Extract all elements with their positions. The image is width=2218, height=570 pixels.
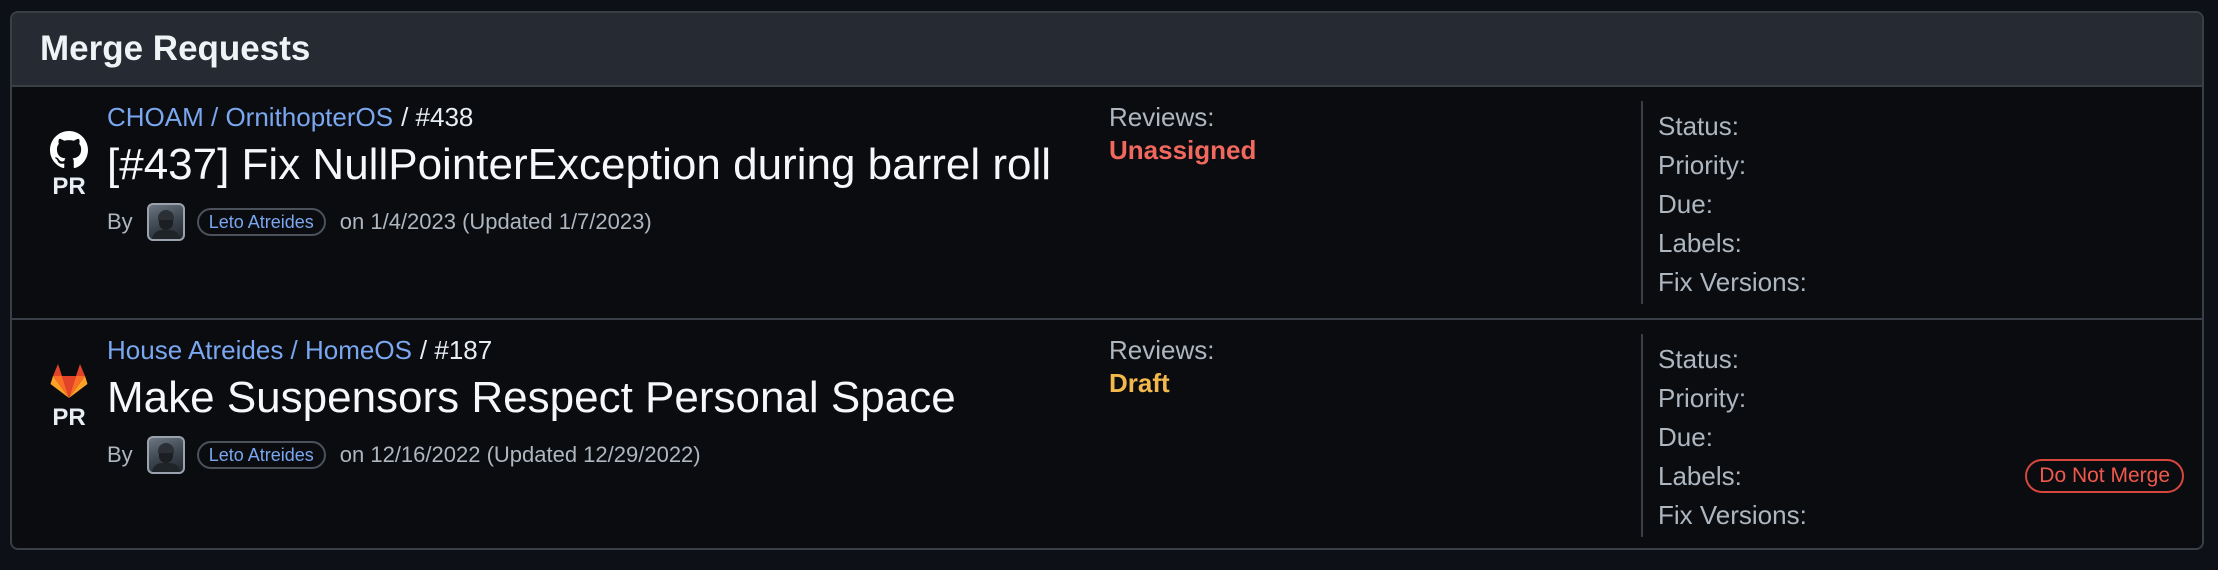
by-label: By: [107, 209, 133, 234]
reviews-section: Reviews: Unassigned: [1109, 99, 1609, 165]
reviews-status: Draft: [1109, 368, 1170, 398]
mr-byline: By Leto Atreides on 1/4/2023 (Updated 1/…: [107, 199, 1097, 245]
mr-title-link[interactable]: [#437] Fix NullPointerException during b…: [107, 137, 1097, 193]
github-icon: [50, 131, 88, 169]
mr-path: House Atreides / HomeOS / #187: [107, 332, 1097, 368]
merge-requests-panel: Merge Requests PR CHOAM / OrnithopterOS /…: [10, 11, 2204, 550]
mr-main: House Atreides / HomeOS / #187 Make Suspe…: [107, 332, 1097, 478]
by-label: By: [107, 442, 133, 467]
repo-link[interactable]: CHOAM / OrnithopterOS: [107, 102, 393, 132]
avatar[interactable]: [146, 203, 185, 241]
status-label: Status:: [1658, 111, 1739, 141]
panel-title: Merge Requests: [40, 29, 311, 68]
mr-number: / #187: [419, 335, 493, 365]
mr-dates: on 1/4/2023 (Updated 1/7/2023): [339, 209, 652, 234]
avatar[interactable]: [146, 436, 185, 474]
mr-path: CHOAM / OrnithopterOS / #438: [107, 99, 1097, 135]
reviews-status: Unassigned: [1109, 135, 1257, 165]
mr-dates: on 12/16/2022 (Updated 12/29/2022): [339, 442, 701, 467]
mr-title-link[interactable]: Make Suspensors Respect Personal Space: [107, 370, 1097, 426]
author-pill[interactable]: Leto Atreides: [196, 441, 326, 469]
labels-label: Labels:: [1658, 461, 1742, 491]
mr-number: / #438: [401, 102, 474, 132]
priority-label: Priority:: [1658, 150, 1747, 180]
gitlab-icon: [50, 364, 88, 400]
repo-link[interactable]: House Atreides / HomeOS: [107, 335, 412, 365]
mr-kind-label: PR: [52, 173, 86, 200]
panel-header: Merge Requests: [12, 13, 2202, 87]
fix-versions-label: Fix Versions:: [1658, 267, 1807, 297]
merge-request-row[interactable]: PR CHOAM / OrnithopterOS / #438 [#437] Fi…: [12, 87, 2202, 318]
priority-label: Priority:: [1658, 383, 1747, 413]
reviews-label: Reviews:: [1109, 102, 1215, 132]
due-label: Due:: [1658, 422, 1713, 452]
reviews-section: Reviews: Draft: [1109, 332, 1609, 398]
mr-meta: Status: Priority: Due: Labels: Fix Versi…: [1658, 107, 2198, 302]
status-label: Status:: [1658, 344, 1739, 374]
labels-row: Labels: Do Not Merge: [1658, 457, 2198, 496]
column-divider: [1641, 334, 1643, 537]
reviews-label: Reviews:: [1109, 335, 1215, 365]
due-label: Due:: [1658, 189, 1713, 219]
labels-label: Labels:: [1658, 228, 1742, 258]
fix-versions-label: Fix Versions:: [1658, 500, 1807, 530]
mr-kind-label: PR: [52, 404, 86, 431]
mr-source: PR: [34, 364, 104, 432]
mr-meta: Status: Priority: Due: Labels: Do Not Me…: [1658, 340, 2198, 535]
do-not-merge-badge[interactable]: Do Not Merge: [2025, 459, 2184, 493]
mr-source: PR: [34, 131, 104, 201]
column-divider: [1641, 101, 1643, 304]
author-pill[interactable]: Leto Atreides: [196, 208, 326, 236]
mr-byline: By Leto Atreides on 12/16/2022 (Updated …: [107, 432, 1097, 478]
merge-request-row[interactable]: PR House Atreides / HomeOS / #187 Make Su…: [12, 318, 2202, 548]
mr-main: CHOAM / OrnithopterOS / #438 [#437] Fix N…: [107, 99, 1097, 245]
